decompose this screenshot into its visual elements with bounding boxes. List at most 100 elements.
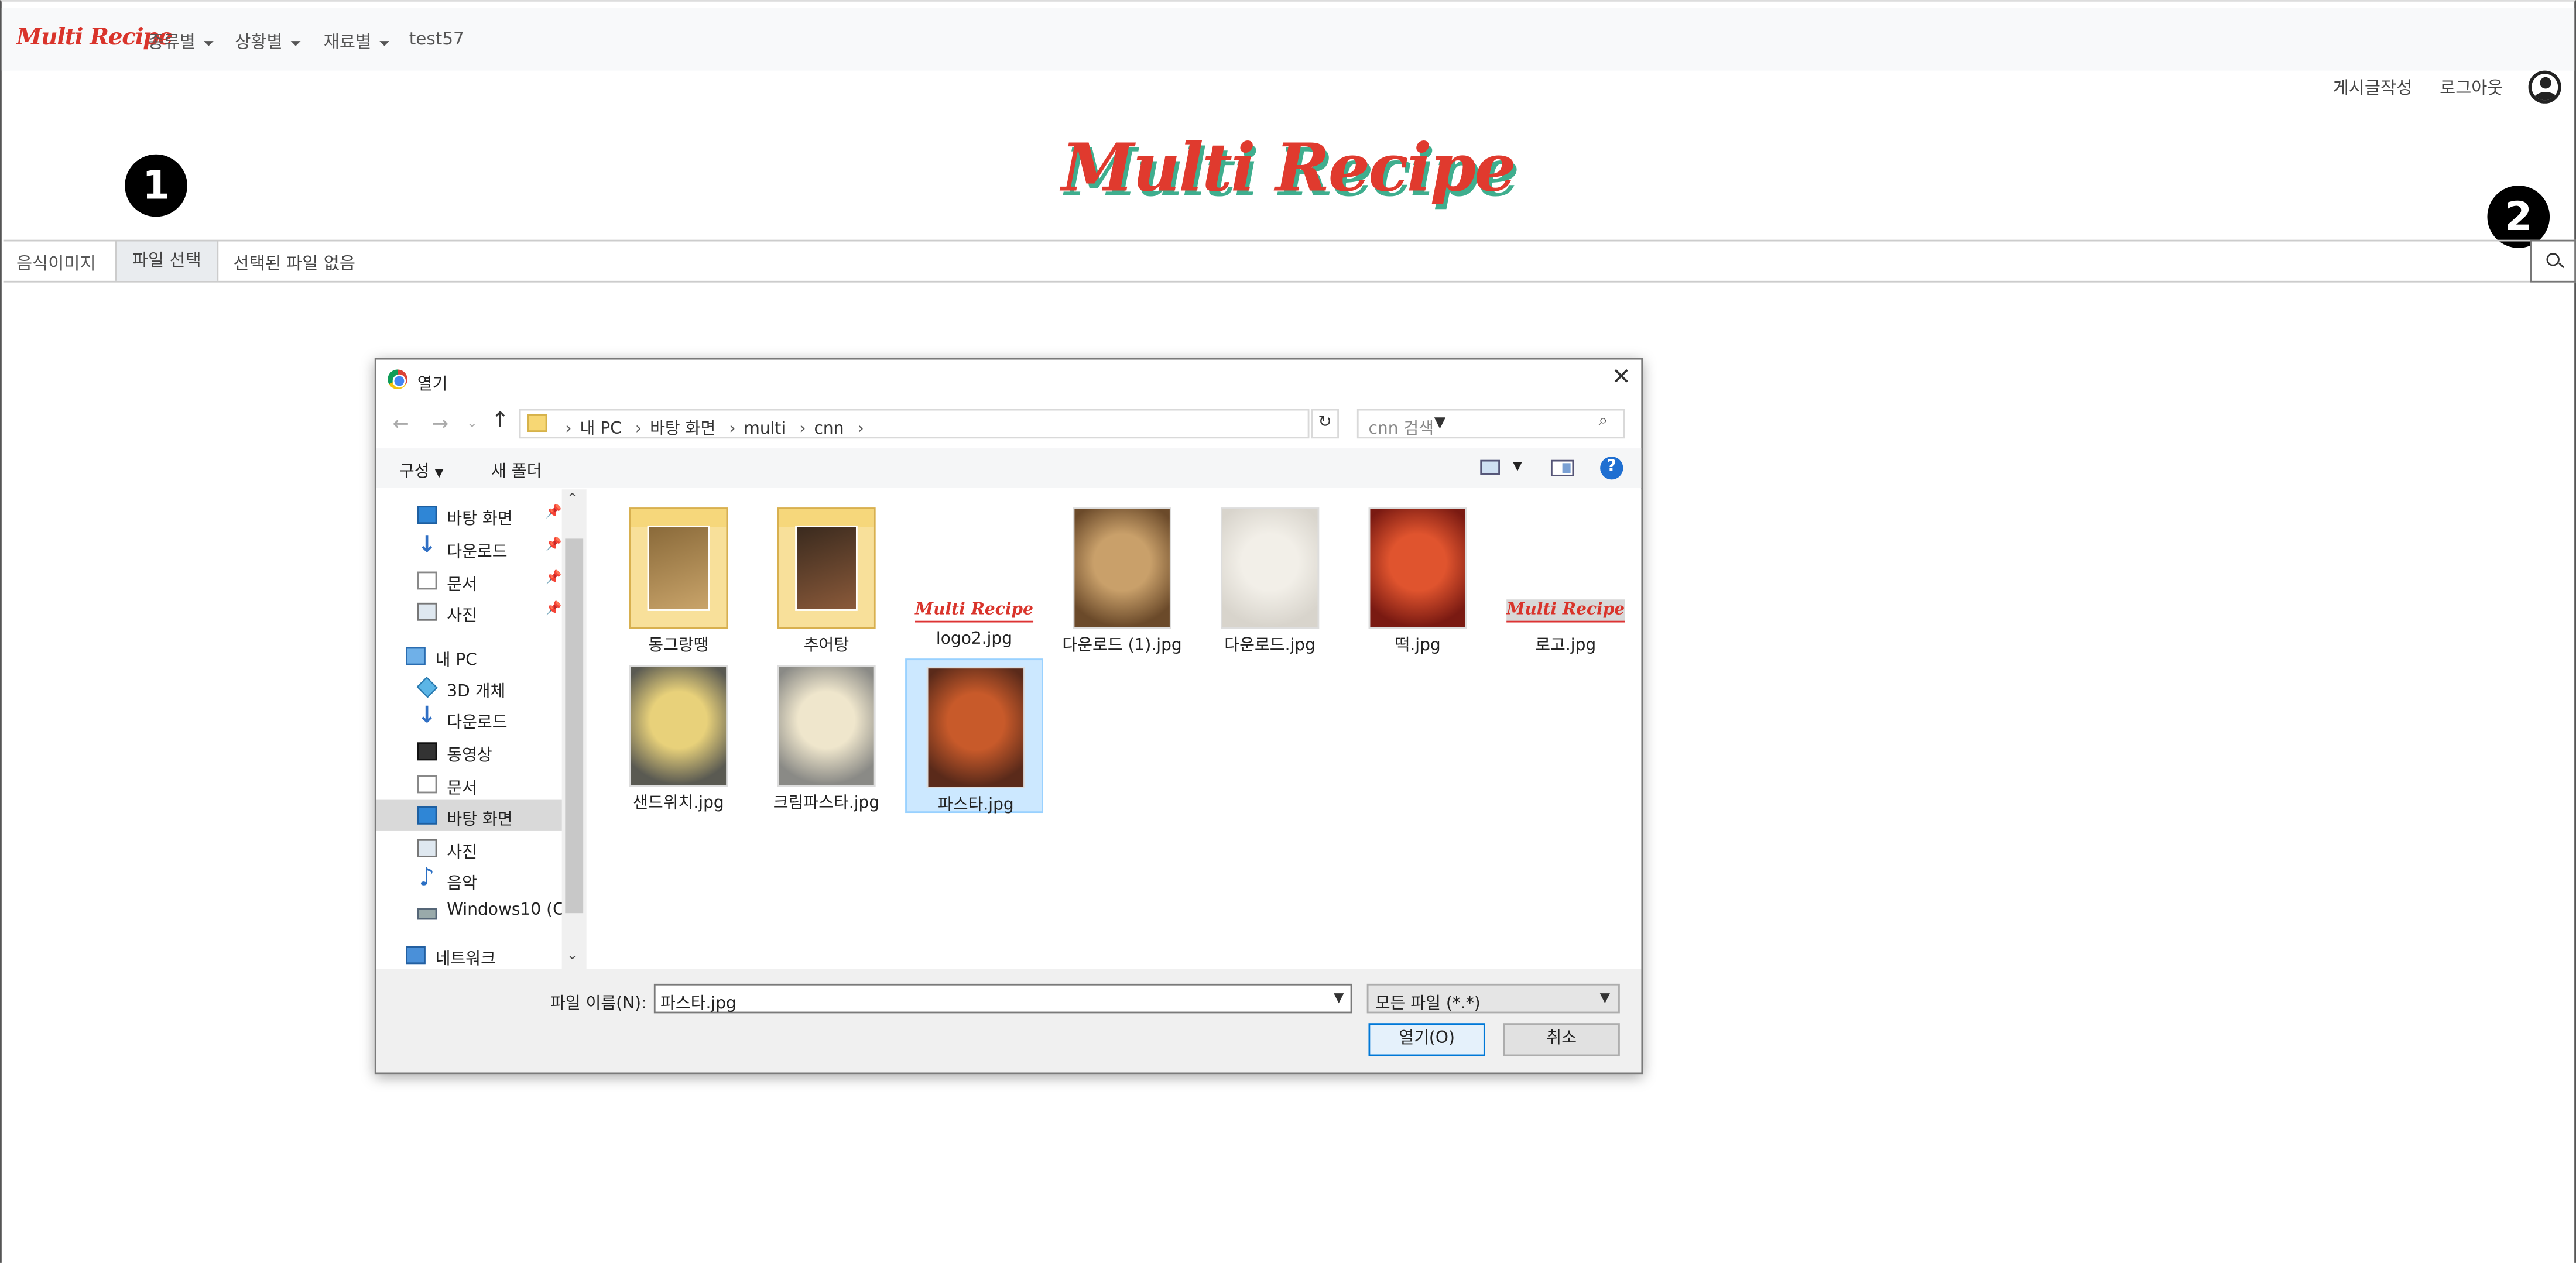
- file-name: logo2.jpg: [936, 630, 1013, 649]
- nav-item[interactable]: 사진: [376, 833, 566, 864]
- step-badge-1: 1: [125, 154, 187, 217]
- filename-value: 파스타.jpg: [660, 995, 737, 1014]
- choose-file-button[interactable]: 파일 선택: [115, 241, 219, 281]
- organize-label: 구성: [399, 463, 430, 482]
- navigation-pane: 바탕 화면📌다운로드📌문서📌사진📌내 PC3D 개체다운로드동영상문서바탕 화면…: [376, 489, 587, 969]
- nav-item-label: 사진: [447, 844, 477, 863]
- filetype-select[interactable]: 모든 파일 (*.*) ▼: [1366, 983, 1620, 1014]
- nav-item[interactable]: 다운로드 📌: [376, 532, 566, 563]
- file-name: 파스타.jpg: [937, 796, 1014, 815]
- scroll-down-icon[interactable]: ⌄: [567, 948, 578, 962]
- nav-dropdown-situation-label: 상황별: [235, 33, 283, 53]
- nav-item[interactable]: 바탕 화면: [376, 799, 566, 831]
- nav-item[interactable]: 네트워크: [376, 939, 566, 970]
- help-icon[interactable]: ?: [1600, 457, 1623, 480]
- file-item[interactable]: 샌드위치.jpg: [609, 658, 748, 813]
- file-grid: 동그랑땡 추어탕 Multi Recipe logo2.jpg 다운로드 (1).jpg…: [586, 489, 1642, 969]
- file-name: 추어탕: [803, 637, 849, 655]
- refresh-icon[interactable]: ↻: [1311, 409, 1339, 439]
- nav-item-label: 다운로드: [447, 543, 508, 562]
- nav-item-label: Windows10 (C:): [447, 901, 577, 920]
- nav-user-link[interactable]: test57: [409, 30, 464, 50]
- nav-item[interactable]: 내 PC: [376, 640, 566, 671]
- breadcrumb-item[interactable]: multi: [744, 420, 786, 438]
- breadcrumb-item[interactable]: 바탕 화면: [650, 420, 715, 438]
- preview-pane-icon[interactable]: [1550, 459, 1574, 476]
- scroll-up-icon[interactable]: ⌃: [567, 491, 578, 506]
- logo-thumbnail-text: Multi Recipe: [915, 599, 1034, 623]
- nav-item[interactable]: 문서: [376, 768, 566, 799]
- chevron-down-icon[interactable]: ▼: [1513, 460, 1522, 473]
- nav-item[interactable]: 3D 개체: [376, 672, 566, 703]
- file-name: 동그랑땡: [648, 637, 709, 655]
- open-button[interactable]: 열기(O): [1368, 1023, 1485, 1056]
- nav-item-label: 내 PC: [435, 652, 477, 670]
- navbar: Multi Recipe 종류별 상황별 재료별 test57: [1, 8, 2575, 71]
- file-item[interactable]: Multi Recipe 로고.jpg: [1496, 501, 1635, 655]
- back-arrow-icon[interactable]: ←: [393, 412, 409, 435]
- file-item[interactable]: 다운로드 (1).jpg: [1053, 501, 1191, 655]
- organize-menu[interactable]: 구성 ▼: [399, 457, 444, 481]
- folder-search-input[interactable]: cnn 검색 ⌕: [1356, 409, 1625, 439]
- nav-item[interactable]: 다운로드: [376, 703, 566, 734]
- chevron-down-icon[interactable]: ▼: [1334, 990, 1344, 1005]
- navigation-scrollbar[interactable]: ⌃ ⌄: [561, 489, 587, 969]
- new-folder-button[interactable]: 새 폴더: [491, 457, 542, 481]
- logo-thumbnail: Multi Recipe: [1506, 507, 1625, 629]
- nav-dropdown-type-label: 종류별: [148, 33, 196, 53]
- dialog-title: 열기: [417, 376, 448, 394]
- breadcrumb-item[interactable]: 내 PC: [580, 420, 622, 438]
- filetype-value: 모든 파일 (*.*): [1375, 995, 1481, 1014]
- nav-item[interactable]: Windows10 (C:): [376, 897, 576, 928]
- file-name: 샌드위치.jpg: [633, 795, 724, 814]
- file-item[interactable]: Multi Recipe logo2.jpg: [905, 501, 1043, 655]
- logo-thumbnail: Multi Recipe: [915, 507, 1034, 629]
- network-icon: [406, 946, 426, 965]
- file-item[interactable]: 파스타.jpg: [905, 658, 1043, 815]
- download-icon: [417, 532, 437, 558]
- file-name: 크림파스타.jpg: [773, 795, 880, 814]
- write-post-link[interactable]: 게시글작성: [2333, 75, 2413, 100]
- file-item[interactable]: 다운로드.jpg: [1201, 501, 1339, 655]
- breadcrumb-item[interactable]: cnn: [814, 420, 844, 438]
- scrollbar-thumb[interactable]: [565, 538, 584, 914]
- file-name: 다운로드 (1).jpg: [1062, 637, 1182, 655]
- logout-link[interactable]: 로그아웃: [2440, 75, 2503, 100]
- forward-arrow-icon[interactable]: →: [432, 412, 448, 435]
- cancel-button[interactable]: 취소: [1503, 1023, 1620, 1056]
- folder-item[interactable]: 추어탕: [758, 501, 896, 655]
- dialog-footer: 파일 이름(N): 파스타.jpg ▼ 모든 파일 (*.*) ▼ 열기(O) …: [376, 969, 1642, 1073]
- download-icon: [417, 703, 437, 729]
- pin-icon: 📌: [545, 537, 562, 552]
- nav-item[interactable]: 바탕 화면 📌: [376, 499, 566, 530]
- filename-input[interactable]: 파스타.jpg ▼: [653, 983, 1352, 1014]
- caret-down-icon: [290, 40, 301, 46]
- caret-down-icon: [379, 40, 390, 46]
- nav-item[interactable]: 음악: [376, 862, 566, 895]
- close-icon[interactable]: ✕: [1612, 365, 1631, 391]
- file-item[interactable]: 떡.jpg: [1349, 501, 1487, 655]
- nav-item-label: 동영상: [447, 747, 492, 766]
- recent-chevron-icon[interactable]: ⌄: [467, 416, 478, 430]
- nav-item[interactable]: 문서 📌: [376, 565, 566, 596]
- address-bar[interactable]: › 내 PC › 바탕 화면 › multi › cnn › ▼: [519, 409, 1445, 439]
- nav-item[interactable]: 사진 📌: [376, 596, 566, 627]
- step-badge-2: 2: [2487, 186, 2550, 248]
- nav-item[interactable]: 동영상: [376, 736, 566, 767]
- folder-item[interactable]: 동그랑땡: [609, 501, 748, 655]
- file-status-text: 선택된 파일 없음: [233, 254, 355, 274]
- desktop-icon: [417, 806, 437, 825]
- up-arrow-icon[interactable]: ↑: [491, 409, 509, 434]
- folder-icon: [629, 507, 728, 629]
- nav-item-label: 음악: [447, 875, 477, 894]
- nav-item-label: 문서: [447, 576, 477, 595]
- nav-dropdown-ingredient[interactable]: 재료별: [324, 30, 390, 54]
- image-upload-label: 음식이미지: [16, 254, 96, 274]
- image-upload-field: 음식이미지 파일 선택 선택된 파일 없음: [3, 239, 2530, 283]
- search-button[interactable]: [2530, 239, 2576, 283]
- file-item[interactable]: 크림파스타.jpg: [758, 658, 896, 813]
- nav-dropdown-situation[interactable]: 상황별: [235, 30, 301, 54]
- nav-dropdown-type[interactable]: 종류별: [148, 30, 214, 54]
- user-account-icon[interactable]: [2528, 70, 2561, 104]
- view-options-icon[interactable]: [1480, 459, 1500, 475]
